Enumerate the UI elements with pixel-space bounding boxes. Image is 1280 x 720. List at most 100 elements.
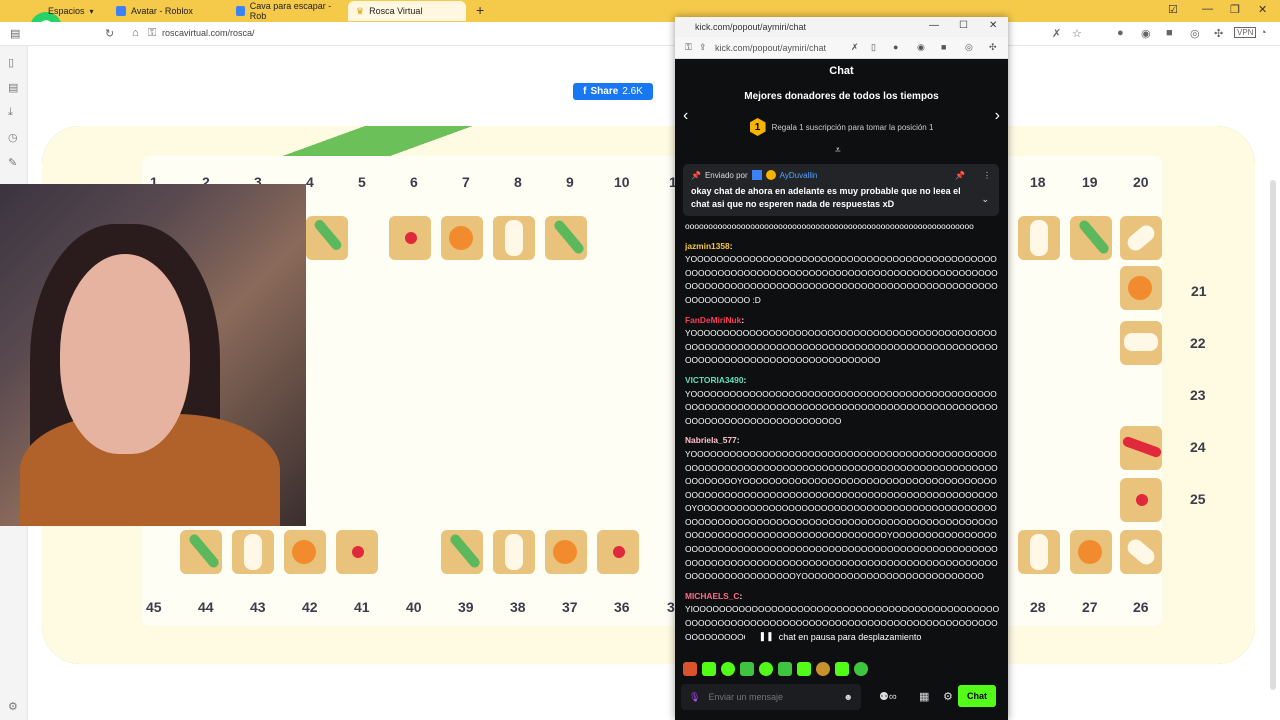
sidebar-toggle-icon[interactable]: ▤: [10, 27, 20, 40]
chat-username[interactable]: FanDeMiriNuk: [685, 315, 741, 325]
extensions-puzzle-icon[interactable]: ✣: [989, 42, 997, 53]
gift-icon[interactable]: ⚉∞: [879, 690, 897, 703]
lock-icon[interactable]: ⚿: [685, 42, 692, 53]
unpin-icon[interactable]: 📌: [955, 171, 965, 180]
emote-icon[interactable]: [740, 662, 754, 676]
chevron-right-icon[interactable]: ›: [995, 107, 1000, 125]
bookmarks-icon[interactable]: ▯: [8, 56, 14, 69]
close-button[interactable]: ✕: [989, 20, 997, 31]
emote-icon[interactable]: [835, 662, 849, 676]
notes-icon[interactable]: ✎: [8, 156, 17, 169]
emote-icon[interactable]: [797, 662, 811, 676]
extension-icon[interactable]: ■: [1166, 27, 1173, 39]
chat-messages[interactable]: oooooooooooooooooooooooooooooooooooooooo…: [685, 220, 1000, 660]
rosca-slice[interactable]: [1120, 478, 1162, 522]
popup-url[interactable]: kick.com/popout/aymiri/chat: [715, 43, 826, 53]
rosca-slice[interactable]: [1120, 530, 1162, 574]
minimize-button[interactable]: —: [929, 20, 939, 31]
rosca-slice[interactable]: [306, 216, 348, 260]
rosca-slice[interactable]: [1070, 216, 1112, 260]
chat-username[interactable]: jazmin1358: [685, 241, 730, 251]
bookmark-icon[interactable]: ▯: [871, 42, 876, 53]
chat-input-box[interactable]: 🎙 ☻: [681, 684, 861, 710]
store-icon[interactable]: ▦: [919, 690, 929, 703]
collapse-icon[interactable]: ⩡: [835, 145, 841, 156]
send-chat-button[interactable]: Chat: [958, 685, 996, 707]
emote-icon[interactable]: [702, 662, 716, 676]
facebook-share-button[interactable]: f Share 2.6K: [573, 83, 653, 100]
new-tab-button[interactable]: +: [476, 2, 484, 18]
chevron-left-icon[interactable]: ‹: [683, 107, 688, 125]
emote-icon[interactable]: [683, 662, 697, 676]
emoji-icon[interactable]: ☻: [844, 692, 853, 702]
settings-icon[interactable]: ⚙: [943, 690, 953, 703]
rosca-slice[interactable]: [284, 530, 326, 574]
chevron-down-icon[interactable]: ⌄: [981, 194, 989, 205]
tab-cava[interactable]: Cava para escapar - Rob: [228, 1, 346, 21]
rosca-slice[interactable]: [1120, 216, 1162, 260]
extension-icon[interactable]: ◎: [1190, 27, 1200, 40]
url-field[interactable]: roscavirtual.com/rosca/: [162, 28, 255, 38]
extension-icon[interactable]: ◎: [965, 42, 973, 53]
rosca-slice[interactable]: [1120, 266, 1162, 310]
menu-icon[interactable]: ☑: [1168, 3, 1178, 16]
rosca-slice[interactable]: [441, 530, 483, 574]
maximize-button[interactable]: ❐: [1230, 3, 1240, 16]
emote-icon[interactable]: [854, 662, 868, 676]
microphone-icon[interactable]: 🎙: [689, 692, 700, 703]
extension-icon[interactable]: ◉: [917, 42, 925, 53]
close-button[interactable]: ✕: [1258, 3, 1267, 16]
rosca-slice[interactable]: [441, 216, 483, 260]
rosca-slice[interactable]: [493, 216, 535, 260]
rosca-slice[interactable]: [493, 530, 535, 574]
rosca-slice[interactable]: [545, 530, 587, 574]
bookmark-icon[interactable]: ☆: [1072, 27, 1082, 40]
translate-icon[interactable]: ✗: [851, 42, 859, 53]
rosca-slice[interactable]: [1120, 426, 1162, 470]
emote-icon[interactable]: [778, 662, 792, 676]
rosca-slice[interactable]: [389, 216, 431, 260]
tab-espacios[interactable]: Espacios ▾: [40, 1, 102, 21]
extension-icon[interactable]: ●: [1117, 27, 1124, 39]
emote-icon[interactable]: [721, 662, 735, 676]
chat-input[interactable]: [708, 692, 839, 702]
rosca-slice[interactable]: [597, 530, 639, 574]
chat-paused-banner[interactable]: ❚❚ chat en pausa para desplazamiento: [745, 628, 935, 645]
settings-icon[interactable]: ⚙: [8, 700, 18, 713]
downloads-icon[interactable]: ⤓: [8, 106, 13, 119]
emote-icon[interactable]: [759, 662, 773, 676]
minimize-button[interactable]: —: [1202, 3, 1213, 15]
reload-icon[interactable]: ↻: [105, 27, 114, 40]
extension-icon[interactable]: ●: [893, 42, 898, 52]
rosca-slice[interactable]: [1018, 530, 1060, 574]
page-scrollbar[interactable]: [1270, 180, 1276, 690]
tab-rosca-virtual[interactable]: ♛ Rosca Virtual: [348, 1, 466, 21]
pinned-message[interactable]: 📌 Enviado por AyDuvallin 📌 ⋮ okay chat d…: [683, 164, 999, 216]
site-info-icon[interactable]: ⚿: [148, 27, 156, 40]
rosca-slice[interactable]: [336, 530, 378, 574]
chat-username[interactable]: VICTORIA3490: [685, 375, 744, 385]
rosca-slice[interactable]: [180, 530, 222, 574]
rosca-slice[interactable]: [545, 216, 587, 260]
rosca-slice[interactable]: [1018, 216, 1060, 260]
history-icon[interactable]: ◷: [8, 131, 18, 144]
more-icon[interactable]: ⋮: [983, 171, 991, 180]
emote-icon[interactable]: [816, 662, 830, 676]
home-icon[interactable]: ⌂: [132, 27, 139, 39]
translate-icon[interactable]: ✗: [1052, 27, 1061, 40]
tab-avatar-roblox[interactable]: Avatar - Roblox: [108, 1, 226, 21]
vpn-icon[interactable]: VPN: [1234, 27, 1257, 38]
pinned-user[interactable]: AyDuvallin: [780, 171, 818, 180]
share-icon[interactable]: ⇪: [699, 42, 707, 53]
rosca-slice[interactable]: [232, 530, 274, 574]
reading-list-icon[interactable]: ▤: [8, 81, 18, 94]
maximize-button[interactable]: ☐: [959, 20, 968, 31]
rosca-slice[interactable]: [1070, 530, 1112, 574]
extension-icon[interactable]: ◉: [1141, 27, 1151, 40]
extensions-puzzle-icon[interactable]: ✣: [1214, 27, 1223, 40]
chat-username[interactable]: MICHAELS_C: [685, 591, 739, 601]
extension-icon[interactable]: ■: [941, 42, 946, 52]
profile-icon[interactable]: ◔: [1260, 27, 1267, 39]
chat-username[interactable]: Nabriela_577: [685, 435, 737, 445]
rosca-slice[interactable]: [1120, 321, 1162, 365]
